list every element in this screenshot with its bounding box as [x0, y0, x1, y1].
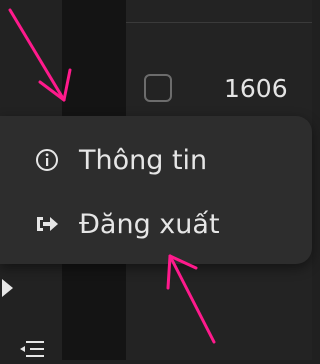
- expand-play-icon[interactable]: [2, 278, 14, 302]
- menu-item-info-label: Thông tin: [79, 144, 208, 176]
- row-checkbox[interactable]: [144, 74, 172, 102]
- context-menu: Thông tin Đăng xuất: [0, 116, 312, 264]
- menu-item-logout-label: Đăng xuất: [79, 208, 220, 240]
- row-value: 1606: [224, 74, 288, 103]
- outdent-menu-icon[interactable]: [18, 338, 46, 364]
- info-circle-icon: [33, 146, 61, 174]
- menu-item-info[interactable]: Thông tin: [0, 128, 312, 192]
- menu-item-logout[interactable]: Đăng xuất: [0, 192, 312, 256]
- logout-icon: [33, 210, 61, 238]
- table-header-border: [126, 22, 312, 23]
